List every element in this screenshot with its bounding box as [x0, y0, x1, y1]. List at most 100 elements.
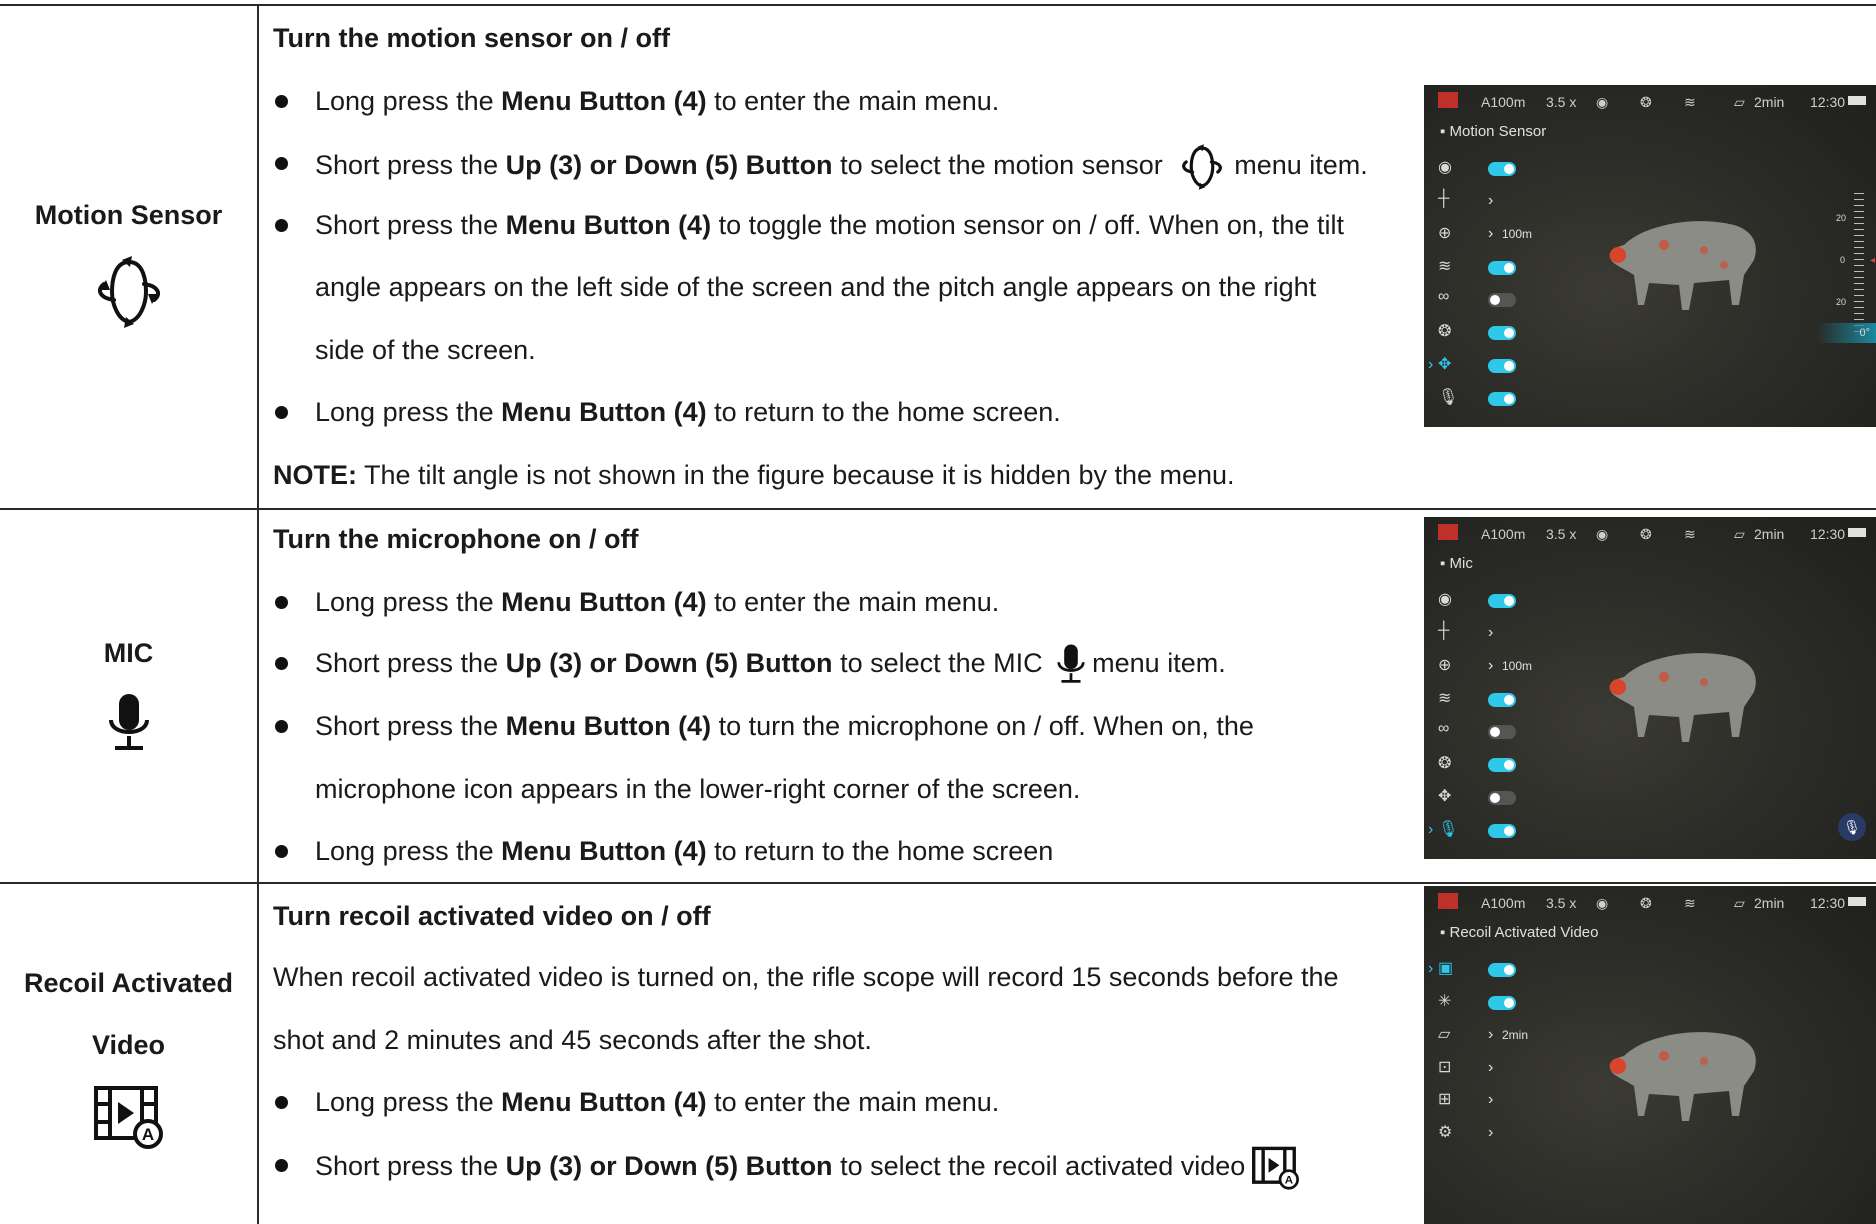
toggle-switch[interactable]: [1488, 758, 1516, 772]
menu-title: ▪ Motion Sensor: [1440, 123, 1547, 140]
zoom-readout: 3.5 x: [1546, 895, 1577, 911]
button-ref: Menu Button (4): [501, 1087, 707, 1117]
palette-icon: [1438, 92, 1458, 108]
status-bar: A100m 3.5 x ◉ ❂ ≋ ▱ 2min 12:30: [1424, 85, 1876, 117]
text: to enter the main menu.: [706, 1087, 1000, 1117]
recoil-video-icon: A: [93, 1086, 163, 1149]
text: to select the recoil activated video: [832, 1151, 1246, 1182]
eye-icon: ◉: [1596, 895, 1609, 911]
button-ref: Menu Button (4): [501, 397, 707, 427]
paragraph: shot and 2 minutes and 45 seconds after …: [273, 1025, 872, 1055]
toggle-switch[interactable]: [1488, 963, 1516, 977]
button-ref: Menu Button (4): [501, 587, 707, 617]
note-text: The tilt angle is not shown in the figur…: [357, 460, 1235, 490]
menu-item-value: 100m: [1502, 227, 1533, 241]
text: menu item.: [1234, 150, 1368, 181]
list-item: Short press the Up (3) or Down (5) Butto…: [273, 1145, 1307, 1190]
toggle-switch[interactable]: [1488, 791, 1516, 805]
list-item: Short press the Menu Button (4) to toggl…: [273, 205, 1344, 245]
rangefinder-icon: ⊕: [1438, 657, 1452, 674]
note-label: NOTE:: [273, 460, 357, 490]
text: Long press the: [315, 836, 502, 866]
text: menu item.: [1092, 648, 1226, 679]
chevron-right-icon: ›: [1488, 225, 1494, 242]
screen-off-icon: ▱: [1734, 895, 1745, 911]
list-item: Long press the Menu Button (4) to enter …: [273, 582, 999, 622]
toggle-switch[interactable]: [1488, 996, 1516, 1010]
row-divider: [0, 508, 1876, 510]
note: NOTE: The tilt angle is not shown in the…: [273, 455, 1235, 495]
toggle-switch[interactable]: [1488, 693, 1516, 707]
text: to toggle the motion sensor on / off. Wh…: [711, 210, 1344, 240]
toggle-switch[interactable]: [1488, 326, 1516, 340]
button-ref: Menu Button (4): [501, 836, 707, 866]
motion-sensor-icon: ✥: [1438, 788, 1452, 805]
zoom-readout: 3.5 x: [1546, 94, 1577, 110]
menu-item-value: 2min: [1502, 1028, 1529, 1042]
pitch-tick-label: 20: [1836, 297, 1847, 307]
grid-icon: ⊞: [1438, 1091, 1452, 1108]
toggle-switch[interactable]: [1488, 293, 1516, 307]
rangefinder-icon: ⊕: [1438, 225, 1452, 242]
list-item: Long press the Menu Button (4) to return…: [273, 831, 1053, 871]
text: Long press the: [315, 397, 502, 427]
crosshair-icon: ┼: [1438, 622, 1450, 639]
toggle-switch[interactable]: [1488, 824, 1516, 838]
svg-text:A: A: [141, 1125, 153, 1144]
chevron-right-icon: ›: [1488, 657, 1494, 674]
toggle-switch[interactable]: [1488, 725, 1516, 739]
row-title: Recoil Activated: [23, 968, 234, 998]
section-heading: Turn the microphone on / off: [273, 524, 639, 554]
button-ref: Menu Button (4): [501, 86, 707, 116]
wifi-icon: ≋: [1438, 258, 1452, 275]
list-item-continuation: angle appears on the left side of the sc…: [315, 272, 1317, 302]
chevron-right-icon: ›: [1488, 192, 1494, 209]
row-title: Motion Sensor: [34, 200, 223, 230]
text: to enter the main menu.: [706, 86, 1000, 116]
battery-icon: [1848, 897, 1866, 906]
row-header-mic: MIC: [0, 622, 257, 756]
aperture-icon: ❂: [1640, 94, 1652, 110]
list-item: Short press the Menu Button (4) to turn …: [273, 706, 1254, 746]
timer-readout: 2min: [1754, 526, 1785, 542]
link-icon: ∞: [1438, 720, 1450, 737]
toggle-switch[interactable]: [1488, 392, 1516, 406]
aperture-icon: ❂: [1438, 323, 1452, 340]
text: Short press the: [315, 1151, 506, 1182]
toggle-switch[interactable]: [1488, 359, 1516, 373]
toggle-switch[interactable]: [1488, 261, 1516, 275]
chevron-right-icon: ›: [1488, 1091, 1494, 1108]
list-item-continuation: side of the screen.: [315, 335, 536, 365]
text: Short press the: [315, 150, 506, 181]
section-heading: Turn recoil activated video on / off: [273, 901, 711, 931]
battery-icon: [1848, 96, 1866, 105]
text: Long press the: [315, 86, 502, 116]
thermal-boar-image: [1609, 1032, 1756, 1121]
wifi-icon: ≋: [1684, 526, 1696, 542]
toggle-switch[interactable]: [1488, 162, 1516, 176]
mic-icon: 🎙: [1438, 389, 1459, 406]
text: to return to the home screen.: [706, 397, 1061, 427]
chevron-right-icon: ›: [1488, 1059, 1494, 1076]
eye-icon: ◉: [1596, 94, 1609, 110]
device-screenshot-motion-sensor: A100m 3.5 x ◉ ❂ ≋ ▱ 2min 12:30 ▪ Motion …: [1424, 85, 1876, 427]
row-header-motion-sensor: Motion Sensor: [0, 184, 257, 330]
pitch-scale: 20 0 20 ◂: [1836, 193, 1876, 333]
device-screenshot-mic: A100m 3.5 x ◉ ❂ ≋ ▱ 2min 12:30 ▪ Mic ◉ ┼…: [1424, 517, 1876, 859]
row-divider: [0, 882, 1876, 884]
settings-icon: ⚙: [1438, 1124, 1453, 1141]
clock-readout: 12:30: [1810, 526, 1846, 542]
pitch-tick-label: 20: [1836, 213, 1847, 223]
text: Short press the: [315, 711, 506, 741]
toggle-switch[interactable]: [1488, 594, 1516, 608]
button-ref: Up (3) or Down (5) Button: [505, 150, 833, 181]
recoil-video-icon: A: [1252, 1146, 1300, 1190]
motion-sensor-icon: [97, 256, 160, 328]
timer-readout: 2min: [1754, 94, 1785, 110]
button-ref: Up (3) or Down (5) Button: [505, 1151, 833, 1182]
zoom-readout: 3.5 x: [1546, 526, 1577, 542]
motion-sensor-icon: ✥: [1438, 356, 1452, 373]
text: Short press the: [315, 210, 506, 240]
selection-indicator: ›: [1428, 356, 1434, 373]
wifi-icon: ≋: [1684, 895, 1696, 911]
